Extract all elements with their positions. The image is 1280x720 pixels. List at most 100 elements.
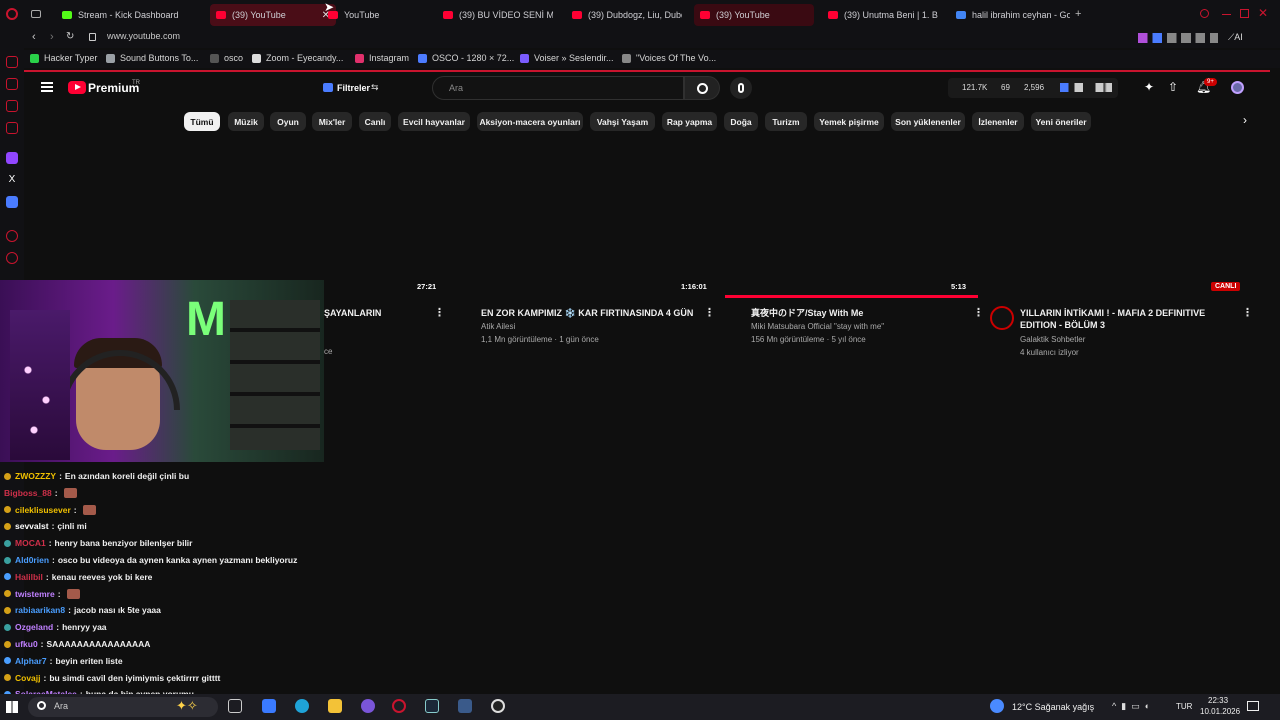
bookmark-item[interactable]: "Voices Of The Vo... xyxy=(622,53,716,63)
opera-logo-icon[interactable] xyxy=(6,8,18,20)
browser-tab[interactable]: (39) Unutma Beni | 1. Bölü xyxy=(822,4,938,26)
chat-username[interactable]: ufku0 xyxy=(15,639,38,649)
new-tab-button[interactable]: + xyxy=(1075,8,1081,20)
history-icon[interactable] xyxy=(6,230,18,242)
chat-username[interactable]: twistemre xyxy=(15,589,55,599)
chat-username[interactable]: Alphar7 xyxy=(15,656,47,666)
url-field[interactable]: www.youtube.com xyxy=(107,31,180,41)
avatar[interactable] xyxy=(1231,81,1244,94)
clock-time[interactable]: 22:33 xyxy=(1208,696,1228,705)
notification-center-icon[interactable] xyxy=(1247,701,1259,711)
tray-icons[interactable]: ^ ▮ ▭ ◐ xyxy=(1112,701,1150,712)
extensions-icons[interactable] xyxy=(1138,33,1218,43)
bookmark-item[interactable]: Voiser » Seslendir... xyxy=(520,53,614,63)
back-icon[interactable]: ‹ xyxy=(32,31,36,43)
clock-date[interactable]: 10.01.2026 xyxy=(1200,707,1240,716)
video-title[interactable]: 真夜中のドア/Stay With Me xyxy=(751,307,991,319)
bookmark-item[interactable]: Hacker Typer xyxy=(30,53,97,63)
filter-chip[interactable]: Turizm xyxy=(765,112,807,131)
live-channel-avatar[interactable] xyxy=(990,306,1014,330)
language-indicator[interactable]: TUR xyxy=(1176,702,1192,711)
chat-username[interactable]: Ald0rien xyxy=(15,555,49,565)
task-view-icon[interactable] xyxy=(228,699,242,713)
video-channel[interactable]: Atik Ailesi xyxy=(481,322,515,331)
create-icon[interactable]: ✦ xyxy=(1144,80,1154,94)
steam-icon[interactable] xyxy=(425,699,439,713)
filter-chip[interactable]: Tümü xyxy=(184,112,220,131)
more-options-icon[interactable]: ⋮ xyxy=(973,306,984,319)
chat-username[interactable]: cileklisusever xyxy=(15,505,71,515)
browser-tab[interactable]: (39) Dubdogz, Liu, Dubdo xyxy=(566,4,682,26)
more-options-icon[interactable]: ⋮ xyxy=(1242,306,1253,319)
ai-button[interactable]: ⟋AI xyxy=(1228,32,1243,43)
app-icon-7[interactable] xyxy=(458,699,472,713)
chips-next-icon[interactable]: › xyxy=(1243,113,1247,127)
opera-icon[interactable] xyxy=(392,699,406,713)
chat-username[interactable]: Covajj xyxy=(15,673,41,683)
video-title[interactable]: EN ZOR KAMPIMIZ ❄️ KAR FIRTINASINDA 4 GÜ… xyxy=(481,307,721,319)
filter-chip[interactable]: Rap yapma xyxy=(662,112,717,131)
bookmark-item[interactable]: OSCO - 1280 × 72... xyxy=(418,53,514,63)
filter-chip[interactable]: Mix'ler xyxy=(312,112,352,131)
upload-icon[interactable]: ⇧ xyxy=(1168,80,1178,94)
chat-username[interactable]: MOCA1 xyxy=(15,538,46,548)
browser-tab[interactable]: (39) BU VİDEO SENİ MUTL xyxy=(437,4,553,26)
filter-chip[interactable]: Evcil hayvanlar xyxy=(398,112,470,131)
sidebar-icon-4[interactable] xyxy=(6,122,18,134)
search-tabs-icon[interactable] xyxy=(1200,9,1209,18)
filter-chip[interactable]: Oyun xyxy=(270,112,306,131)
sidebar-icon-3[interactable] xyxy=(6,100,18,112)
tab-menu-icon[interactable] xyxy=(31,10,41,18)
video-title[interactable]: ŞAYANLARIN xyxy=(324,307,404,319)
edge-icon[interactable] xyxy=(295,699,309,713)
sidebar-icon-1[interactable] xyxy=(6,56,18,68)
settings-icon[interactable] xyxy=(6,252,18,264)
chat-username[interactable]: ZWOZZZY xyxy=(15,471,56,481)
browser-tab[interactable]: (39) YouTube xyxy=(694,4,814,26)
close-window-button[interactable]: ✕ xyxy=(1258,6,1268,20)
filter-chip[interactable]: Vahşi Yaşam xyxy=(590,112,655,131)
filter-chip[interactable]: Yemek pişirme xyxy=(814,112,884,131)
sidebar-icon-2[interactable] xyxy=(6,78,18,90)
windows-start-icon[interactable] xyxy=(6,701,18,713)
obs-icon[interactable] xyxy=(491,699,505,713)
bookmark-item[interactable]: Zoom - Eyecandy... xyxy=(252,53,343,63)
chat-username[interactable]: sevvalst xyxy=(15,521,49,531)
minimize-button[interactable] xyxy=(1222,14,1231,15)
filter-button[interactable]: Filtreler xyxy=(337,83,370,93)
chat-username[interactable]: Bigboss_88 xyxy=(4,488,52,498)
search-input[interactable]: Ara xyxy=(432,76,684,100)
app-icon-4[interactable] xyxy=(361,699,375,713)
forward-icon[interactable]: › xyxy=(50,31,54,43)
maximize-button[interactable] xyxy=(1240,9,1249,18)
filter-chip[interactable]: Doğa xyxy=(724,112,758,131)
filter-chip[interactable]: İzlenenler xyxy=(972,112,1024,131)
browser-tab[interactable]: YouTube xyxy=(322,4,422,26)
browser-tab[interactable]: halil ibrahim ceyhan - Goo xyxy=(950,4,1070,26)
file-explorer-icon[interactable] xyxy=(328,699,342,713)
filter-chip[interactable]: Aksiyon-macera oyunları xyxy=(477,112,583,131)
bookmark-item[interactable]: Sound Buttons To... xyxy=(106,53,198,63)
filter-chip[interactable]: Canlı xyxy=(359,112,391,131)
chat-username[interactable]: Halilbil xyxy=(15,572,43,582)
chat-username[interactable]: rabiaarikan8 xyxy=(15,605,65,615)
twitch-icon[interactable] xyxy=(6,152,18,164)
weather-text[interactable]: 12°C Sağanak yağış xyxy=(1012,702,1094,712)
video-channel[interactable]: Miki Matsubara Official "stay with me" xyxy=(751,322,884,331)
search-button[interactable] xyxy=(684,76,720,100)
x-icon[interactable]: X xyxy=(6,174,18,186)
reload-icon[interactable]: ↻ xyxy=(66,31,74,42)
bookmark-item[interactable]: osco xyxy=(210,53,243,63)
more-options-icon[interactable]: ⋮ xyxy=(704,306,715,319)
sidebar-icon-7[interactable] xyxy=(6,196,18,208)
browser-tab[interactable]: Stream - Kick Dashboard xyxy=(56,4,206,26)
filter-chip[interactable]: Son yüklenenler xyxy=(891,112,965,131)
voice-search-button[interactable] xyxy=(730,77,752,99)
more-options-icon[interactable]: ⋮ xyxy=(434,306,445,319)
filter-chip[interactable]: Müzik xyxy=(228,112,264,131)
chat-username[interactable]: Ozgeland xyxy=(15,622,53,632)
browser-tab[interactable]: (39) YouTube ✕ xyxy=(210,4,336,26)
video-channel[interactable]: Galaktik Sohbetler xyxy=(1020,335,1085,344)
filter-chip[interactable]: Yeni öneriler xyxy=(1031,112,1091,131)
app-icon-1[interactable] xyxy=(262,699,276,713)
